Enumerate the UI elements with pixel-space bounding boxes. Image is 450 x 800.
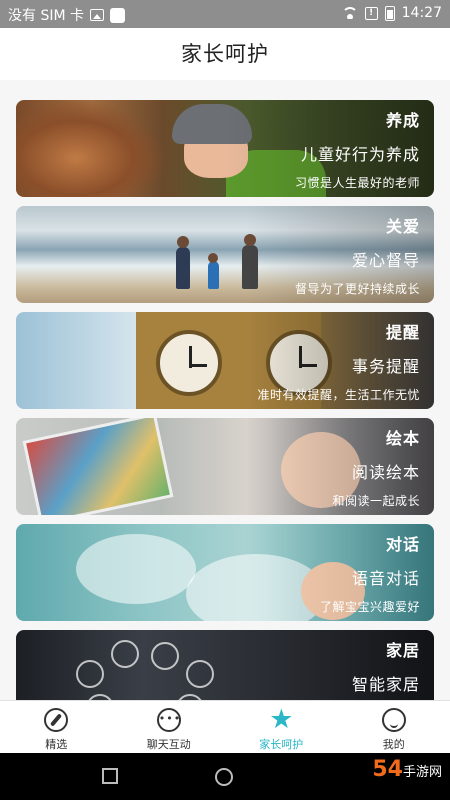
bottom-tab-bar: 精选 聊天互动 ★ 家长呵护 我的: [0, 700, 450, 754]
watermark-logo: 54手游网: [372, 757, 442, 782]
card-subtitle: 习惯是人生最好的老师: [294, 176, 420, 190]
card-text: 绘本 阅读绘本 和阅读一起成长: [332, 418, 420, 509]
system-nav-bar: 54手游网: [0, 753, 450, 800]
recent-apps-button[interactable]: [102, 768, 118, 784]
card-title: 语音对话: [351, 569, 420, 588]
card-text: 养成 儿童好行为养成 习惯是人生最好的老师: [295, 100, 420, 191]
card-tag: 养成: [385, 111, 420, 130]
tab-parent-care[interactable]: ★ 家长呵护: [225, 701, 338, 754]
card-text: 提醒 事务提醒 准时有效提醒，生活工作无忧: [257, 312, 420, 403]
tab-label: 精选: [45, 738, 68, 751]
notification-square-icon: [110, 7, 125, 23]
card-text: 关爱 爱心督导 督导为了更好持续成长: [295, 206, 420, 297]
tab-label: 家长呵护: [259, 738, 304, 751]
home-button[interactable]: [215, 768, 233, 786]
card-title: 爱心督导: [351, 251, 420, 270]
wifi-icon: [341, 7, 358, 19]
card-reminder[interactable]: 提醒 事务提醒 准时有效提醒，生活工作无忧: [16, 312, 434, 409]
card-title: 阅读绘本: [351, 463, 420, 482]
tab-label: 聊天互动: [146, 738, 191, 751]
card-smart-home[interactable]: 家居 智能家居: [16, 630, 434, 700]
tab-chat[interactable]: 聊天互动: [113, 701, 226, 754]
card-title: 儿童好行为养成: [300, 145, 420, 164]
status-right: ! 14:27: [341, 5, 442, 21]
watermark-brand: 54: [372, 757, 403, 782]
card-tag: 对话: [385, 535, 420, 554]
alert-icon: !: [364, 6, 378, 20]
card-subtitle: 和阅读一起成长: [332, 494, 420, 508]
card-habit[interactable]: 养成 儿童好行为养成 习惯是人生最好的老师: [16, 100, 434, 197]
home-node-icon: [111, 640, 139, 668]
card-text: 对话 语音对话 了解宝宝兴趣爱好: [320, 524, 420, 615]
watermark-small: 手游网: [402, 765, 442, 780]
home-node-icon: [76, 660, 104, 688]
card-dialogue[interactable]: 对话 语音对话 了解宝宝兴趣爱好: [16, 524, 434, 621]
card-subtitle: 准时有效提醒，生活工作无忧: [257, 388, 420, 402]
card-title: 智能家居: [351, 675, 420, 694]
card-tag: 家居: [385, 641, 420, 660]
home-node-icon: [186, 660, 214, 688]
tab-featured[interactable]: 精选: [0, 701, 113, 754]
image-icon: [90, 9, 104, 21]
card-care[interactable]: 关爱 爱心督导 督导为了更好持续成长: [16, 206, 434, 303]
card-tag: 提醒: [385, 323, 420, 342]
feature-card-list[interactable]: 养成 儿童好行为养成 习惯是人生最好的老师 关爱 爱心督导 督导为了更好持续成长…: [0, 80, 450, 700]
star-icon: ★: [269, 704, 294, 735]
tab-mine[interactable]: 我的: [338, 701, 450, 754]
status-left: 没有 SIM 卡: [8, 5, 125, 25]
card-subtitle: 了解宝宝兴趣爱好: [319, 600, 420, 614]
tab-label: 我的: [382, 738, 405, 751]
status-bar: 没有 SIM 卡 ! 14:27: [0, 0, 450, 28]
face-icon: [381, 708, 406, 732]
home-node-icon: [151, 642, 179, 670]
page-header: 家长呵护: [0, 28, 450, 81]
card-tag: 绘本: [385, 429, 420, 448]
battery-icon: [384, 5, 395, 21]
card-text: 家居 智能家居: [352, 630, 420, 695]
chat-icon: [156, 708, 181, 732]
card-subtitle: 督导为了更好持续成长: [294, 282, 420, 296]
page-title: 家长呵护: [181, 42, 269, 66]
carrier-text: 没有 SIM 卡: [8, 8, 84, 24]
card-tag: 关爱: [385, 217, 420, 236]
card-picture-book[interactable]: 绘本 阅读绘本 和阅读一起成长: [16, 418, 434, 515]
compass-icon: [44, 708, 69, 732]
clock-time: 14:27: [401, 5, 442, 21]
card-title: 事务提醒: [351, 357, 420, 376]
